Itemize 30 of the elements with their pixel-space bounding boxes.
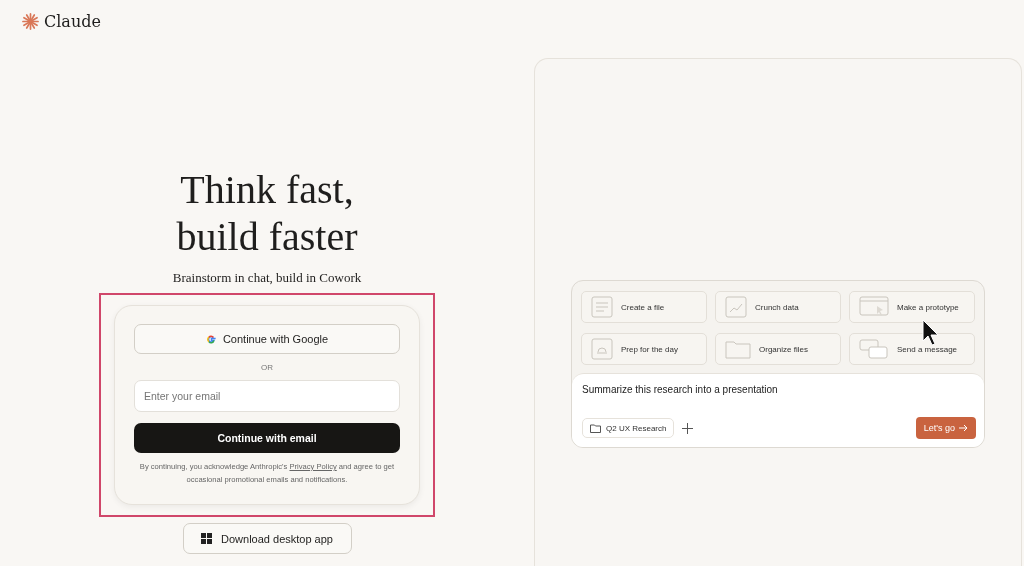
folder-icon (725, 339, 751, 359)
suggestion-card[interactable]: Organize files (715, 333, 841, 365)
project-chip[interactable]: Q2 UX Research (582, 418, 675, 438)
suggestion-card[interactable]: Crunch data (715, 291, 841, 323)
suggestion-card[interactable]: Send a message (849, 333, 975, 365)
folder-icon (590, 423, 601, 433)
email-field[interactable]: Enter your email (134, 380, 400, 412)
suggestion-card[interactable]: Create a file (581, 291, 707, 323)
message-icon (859, 338, 889, 360)
plus-icon[interactable] (682, 422, 694, 434)
chart-icon (725, 296, 747, 318)
subtitle: Brainstorm in chat, build in Cowork (172, 270, 362, 286)
submit-button[interactable]: Let's go (915, 417, 976, 439)
windows-icon (201, 533, 213, 544)
logo-text: Claude (44, 11, 101, 31)
google-button[interactable]: Continue with Google (134, 324, 400, 354)
google-icon (205, 333, 217, 345)
sunburst-logo-icon (22, 12, 39, 30)
prompt-box[interactable]: Summarize this research into a presentation Q2 UX Research Let's go (572, 373, 984, 447)
bell-icon (591, 338, 613, 360)
suggestion-card[interactable]: Prep for the day (581, 333, 707, 365)
window-icon (859, 296, 889, 318)
download-button[interactable]: Download desktop app (182, 523, 352, 554)
or-divider: OR (260, 363, 274, 372)
headline: Think fast, build faster (176, 166, 358, 260)
prompt-text: Summarize this research into a presentation (582, 384, 779, 395)
suggestion-card[interactable]: Make a prototype (849, 291, 975, 323)
document-icon (591, 296, 613, 318)
arrow-icon (959, 424, 968, 432)
email-button[interactable]: Continue with email (134, 423, 400, 453)
